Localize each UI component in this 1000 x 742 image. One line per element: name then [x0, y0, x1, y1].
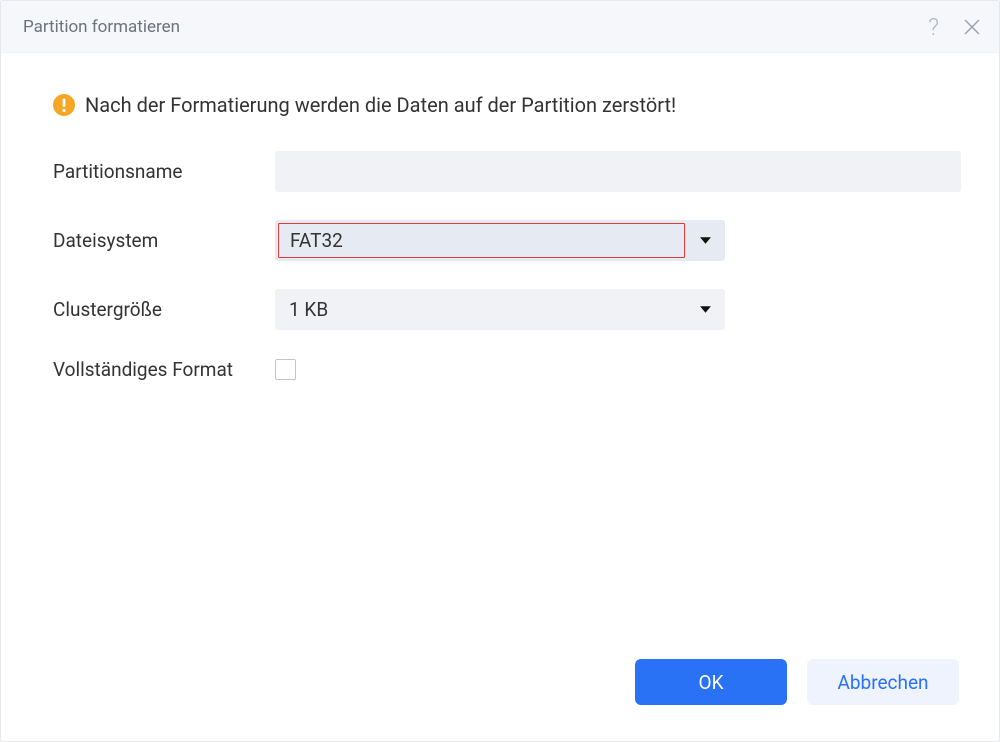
dialog-content: Nach der Formatierung werden die Daten a…: [1, 53, 999, 741]
cluster-size-label: Clustergröße: [53, 298, 275, 321]
chevron-down-icon: [685, 303, 725, 316]
format-partition-dialog: Partition formatieren ? Nach der Formati…: [0, 0, 1000, 742]
full-format-label: Vollständiges Format: [53, 358, 275, 381]
help-icon[interactable]: ?: [928, 13, 939, 41]
titlebar-actions: ?: [928, 13, 981, 41]
chevron-down-icon: [685, 234, 725, 247]
filesystem-value: FAT32: [278, 223, 685, 258]
filesystem-label: Dateisystem: [53, 229, 275, 252]
cluster-size-row: Clustergröße 1 KB: [53, 289, 961, 330]
ok-button[interactable]: OK: [635, 659, 787, 705]
close-icon[interactable]: [963, 18, 981, 36]
warning-message: Nach der Formatierung werden die Daten a…: [53, 93, 961, 117]
dialog-title: Partition formatieren: [23, 17, 928, 37]
filesystem-row: Dateisystem FAT32: [53, 220, 961, 261]
cluster-size-value: 1 KB: [275, 289, 685, 330]
full-format-row: Vollständiges Format: [53, 358, 961, 381]
warning-text: Nach der Formatierung werden die Daten a…: [85, 93, 676, 117]
cluster-size-select[interactable]: 1 KB: [275, 289, 725, 330]
warning-icon: [53, 94, 75, 116]
titlebar: Partition formatieren ?: [1, 1, 999, 53]
partition-name-row: Partitionsname: [53, 151, 961, 192]
partition-name-label: Partitionsname: [53, 160, 275, 183]
full-format-checkbox[interactable]: [275, 359, 296, 380]
spacer: [53, 409, 961, 659]
partition-name-input[interactable]: [275, 151, 961, 192]
filesystem-select[interactable]: FAT32: [275, 220, 725, 261]
dialog-buttons: OK Abbrechen: [53, 659, 961, 717]
cancel-button[interactable]: Abbrechen: [807, 659, 959, 705]
